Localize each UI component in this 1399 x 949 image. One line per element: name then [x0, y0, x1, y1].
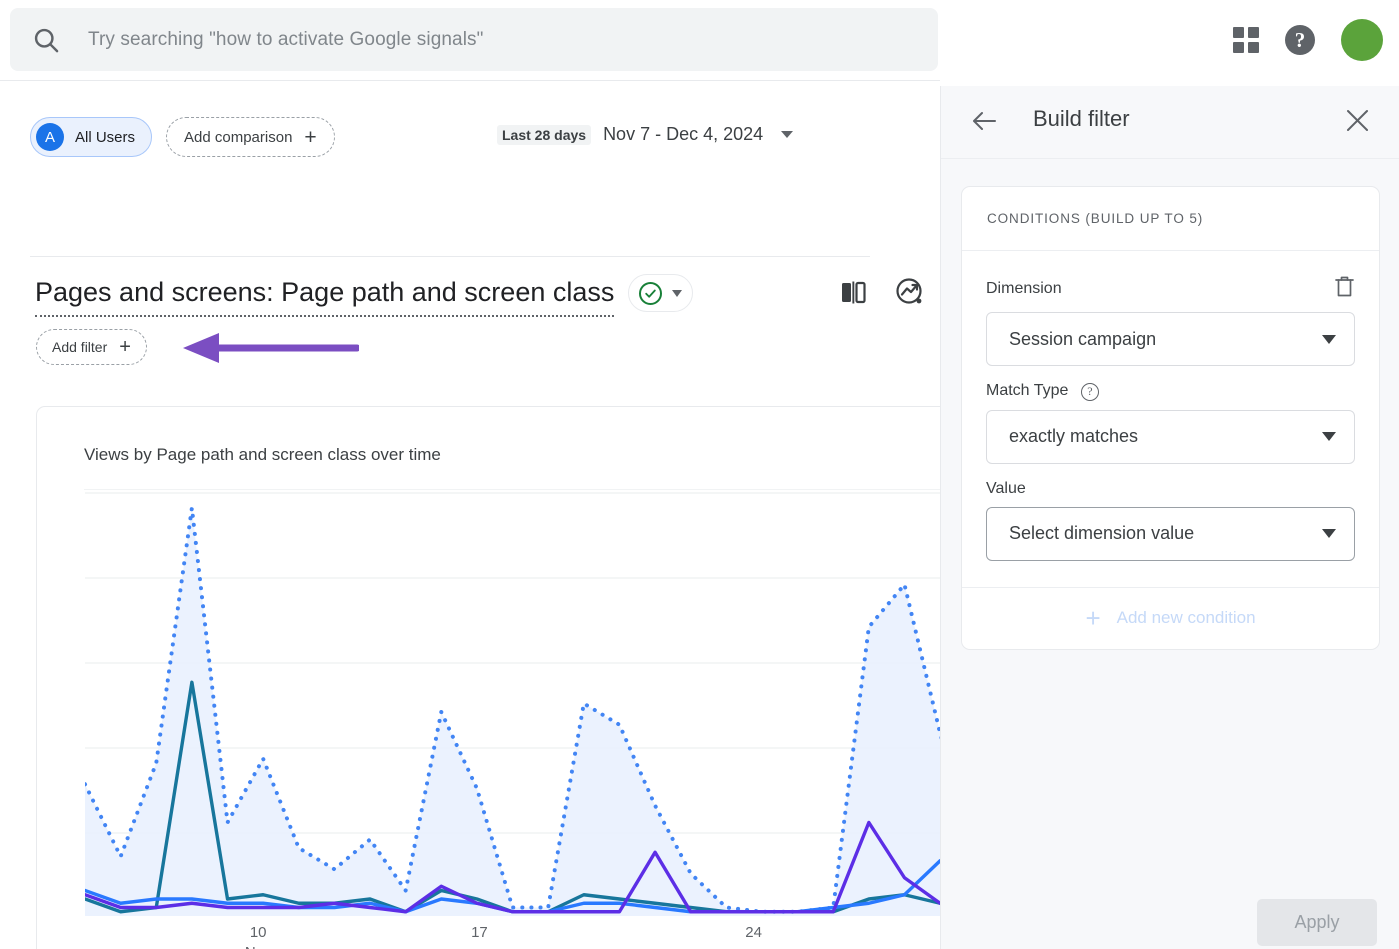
plus-icon: +: [1085, 603, 1101, 633]
panel-header: Build filter: [941, 86, 1399, 159]
conditions-heading: CONDITIONS (BUILD UP TO 5): [962, 187, 1379, 251]
value-label-row: Value: [986, 480, 1355, 498]
match-type-label-wrap: Match Type ?: [986, 382, 1099, 401]
add-comparison-button[interactable]: Add comparison +: [166, 117, 335, 157]
help-icon[interactable]: ?: [1080, 382, 1099, 401]
apps-grid-icon[interactable]: [1233, 27, 1259, 53]
divider: [30, 256, 870, 257]
add-filter-label: Add filter: [52, 339, 108, 355]
plus-icon: +: [304, 125, 317, 149]
close-icon[interactable]: [1344, 107, 1371, 139]
chevron-down-icon: [672, 289, 683, 297]
dimension-value-placeholder: Select dimension value: [1009, 523, 1195, 543]
divider: [84, 489, 940, 490]
search-icon: [32, 26, 60, 54]
compare-bars-icon[interactable]: [838, 277, 868, 307]
chevron-down-icon: [1322, 529, 1336, 538]
match-type-label: Match Type: [986, 382, 1069, 399]
condition-body: Dimension Session campaign Match Type ? …: [962, 251, 1379, 587]
add-comparison-label: Add comparison: [184, 128, 293, 146]
report-toolbar-icons: [838, 276, 925, 307]
top-bar-actions: ?: [1233, 0, 1383, 80]
divider: [0, 80, 940, 81]
chart-card: Views by Page path and screen class over…: [36, 406, 940, 949]
dimension-value-select[interactable]: Select dimension value: [986, 506, 1355, 561]
date-range-tag: Last 28 days: [497, 124, 592, 145]
dimension-select[interactable]: Session campaign: [986, 312, 1355, 366]
top-bar: Try searching "how to activate Google si…: [0, 0, 1399, 80]
divider: [941, 158, 1399, 159]
value-label: Value: [986, 479, 1026, 497]
panel-title: Build filter: [1033, 106, 1130, 131]
insights-icon[interactable]: [894, 276, 925, 307]
search-placeholder-text: Try searching "how to activate Google si…: [88, 28, 484, 50]
back-arrow-icon[interactable]: [971, 107, 999, 140]
dimension-label-row: Dimension: [986, 275, 1355, 303]
add-new-condition-label: Add new condition: [1116, 608, 1256, 627]
search-input[interactable]: Try searching "how to activate Google si…: [10, 8, 938, 71]
add-filter-button[interactable]: Add filter +: [36, 329, 147, 365]
build-filter-panel: Build filter CONDITIONS (BUILD UP TO 5) …: [940, 86, 1399, 949]
help-icon[interactable]: ?: [1285, 25, 1315, 55]
report-title-row: Pages and screens: Page path and screen …: [35, 274, 694, 320]
all-users-badge: A: [36, 123, 64, 151]
page-title: Pages and screens: Page path and screen …: [35, 277, 615, 317]
conditions-card: CONDITIONS (BUILD UP TO 5) Dimension Ses…: [961, 186, 1380, 650]
check-circle-icon: [639, 281, 663, 305]
match-type-select[interactable]: exactly matches: [986, 409, 1355, 464]
date-range-value: Nov 7 - Dec 4, 2024: [603, 124, 764, 144]
analytics-app: Try searching "how to activate Google si…: [0, 0, 1399, 949]
segment-chips: A All Users Add comparison +: [30, 117, 335, 157]
add-new-condition-button[interactable]: + Add new condition: [962, 586, 1379, 649]
x-axis-labels: 10Nov 17 24: [85, 923, 940, 949]
report-status-dropdown[interactable]: [628, 274, 694, 312]
match-type-value: exactly matches: [1009, 426, 1139, 446]
purple-left-arrow-annotation: [183, 333, 359, 363]
x-axis-tick: 10Nov: [245, 924, 272, 949]
x-axis-tick: 17: [471, 924, 488, 941]
chip-all-users[interactable]: A All Users: [30, 117, 153, 157]
conditions-heading-text: CONDITIONS (BUILD UP TO 5): [987, 211, 1204, 226]
chart-title: Views by Page path and screen class over…: [84, 445, 441, 464]
line-chart-plot[interactable]: [85, 491, 940, 916]
avatar[interactable]: [1341, 19, 1383, 61]
plus-icon: +: [119, 336, 131, 358]
chevron-down-icon: [1322, 432, 1336, 441]
all-users-label: All Users: [75, 128, 136, 146]
dimension-label: Dimension: [986, 280, 1062, 297]
apply-button[interactable]: Apply: [1257, 899, 1377, 946]
chevron-down-icon: [1322, 334, 1336, 344]
date-range-picker[interactable]: Last 28 days Nov 7 - Dec 4, 2024: [497, 124, 794, 145]
match-type-label-row: Match Type ?: [986, 382, 1355, 401]
trash-icon[interactable]: [1334, 275, 1355, 303]
series-area: [85, 508, 940, 916]
dimension-value: Session campaign: [1009, 328, 1157, 349]
x-axis-tick: 24: [745, 924, 762, 941]
chevron-down-icon: [781, 131, 794, 138]
main-content: A All Users Add comparison + Last 28 day…: [0, 80, 940, 949]
